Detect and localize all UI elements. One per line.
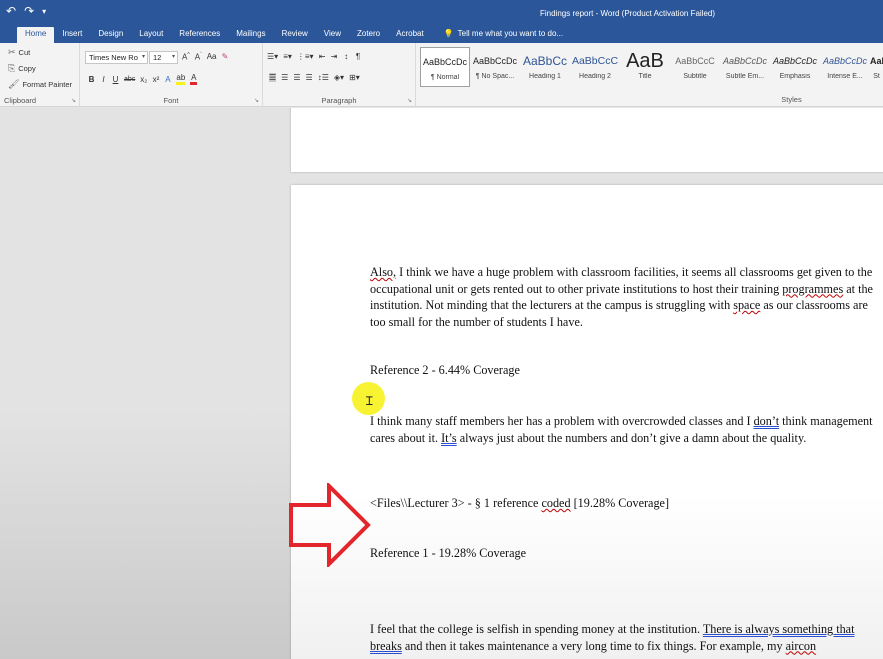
cut-button[interactable]: ✂ Cut — [8, 47, 30, 58]
font-color-icon[interactable]: A — [190, 73, 198, 85]
style-heading-2[interactable]: AaBbCcC Heading 2 — [570, 47, 620, 87]
paragraph-align-tools: ☰ ☰ ☰ ☰ ↕☰ ◈▾ ⊞▾ — [269, 73, 360, 82]
shading-icon[interactable]: ◈▾ — [334, 73, 344, 82]
paragraph-label: Paragraph — [321, 96, 357, 105]
style-emphasis[interactable]: AaBbCcDc Emphasis — [770, 47, 820, 87]
lightbulb-icon: 💡 — [443, 29, 454, 38]
scissors-icon: ✂ — [8, 47, 16, 57]
strikethrough-button[interactable]: abc — [124, 76, 135, 83]
change-case-button[interactable]: Aa — [207, 52, 217, 61]
font-format-tools: B I U abc x₂ x² A ab A — [88, 73, 198, 85]
tab-home[interactable]: Home — [17, 27, 55, 43]
align-right-icon[interactable]: ☰ — [293, 73, 300, 82]
align-left-icon[interactable]: ☰ — [269, 73, 277, 82]
chevron-down-icon: ▾ — [141, 54, 145, 60]
tab-design[interactable]: Design — [90, 27, 131, 43]
style-title[interactable]: AaB Title — [620, 47, 670, 87]
ribbon-tabs: Home Insert Design Layout References Mai… — [0, 25, 883, 43]
pilcrow-icon[interactable]: ¶ — [355, 52, 362, 61]
chevron-down-icon: ▾ — [171, 54, 175, 60]
clear-formatting-icon[interactable]: ✎ — [222, 52, 229, 61]
customize-qat-icon[interactable]: ▾ — [42, 7, 46, 16]
window-title: Findings report - Word (Product Activati… — [540, 9, 716, 18]
style-normal[interactable]: AaBbCcDc ¶ Normal — [420, 47, 470, 87]
shrink-font-button[interactable]: Aˇ — [195, 52, 202, 62]
paragraph-launcher-icon[interactable]: ↘ — [407, 97, 412, 104]
format-painter-button[interactable]: 🖌 Format Painter — [8, 79, 72, 90]
reference-2-heading[interactable]: Reference 2 - 6.44% Coverage — [370, 362, 520, 379]
tab-insert[interactable]: Insert — [54, 27, 90, 43]
title-bar: ↶ ↷ ▾ Findings report - Word (Product Ac… — [0, 0, 883, 27]
line-spacing-icon[interactable]: ↕☰ — [318, 73, 329, 82]
style-heading-1[interactable]: AaBbCc Heading 1 — [520, 47, 570, 87]
paragraph-group: ☰▾ ≡▾ ⋮≡▾ ⇤ ⇥ ↕ ¶ ☰ ☰ ☰ ☰ ↕☰ ◈▾ ⊞▾ Parag… — [263, 43, 416, 107]
align-center-icon[interactable]: ☰ — [281, 73, 288, 82]
italic-button[interactable]: I — [100, 75, 107, 84]
font-launcher-icon[interactable]: ↘ — [254, 97, 259, 104]
style-intense-emphasis[interactable]: AaBbCcDc Intense E... — [820, 47, 870, 87]
document-workspace[interactable] — [0, 108, 883, 659]
grow-font-button[interactable]: A^ — [182, 52, 190, 62]
copy-icon: ⎘ — [8, 63, 16, 73]
font-group: Times New Ro ▾ 12 ▾ A^ Aˇ Aa ✎ B I U abc x… — [80, 43, 263, 107]
undo-icon[interactable]: ↶ — [6, 4, 16, 18]
tell-me-box[interactable]: 💡 Tell me what you want to do... — [432, 27, 563, 43]
paragraph-overcrowded-classes[interactable]: I think many staff members her has a pro… — [370, 413, 875, 446]
quick-access-toolbar: ↶ ↷ ▾ — [6, 4, 46, 18]
increase-indent-icon[interactable]: ⇥ — [331, 52, 338, 61]
tab-view[interactable]: View — [316, 27, 349, 43]
style-subtle-emphasis[interactable]: AaBbCcDc Subtle Em... — [720, 47, 770, 87]
tab-zotero[interactable]: Zotero — [349, 27, 388, 43]
tab-layout[interactable]: Layout — [131, 27, 171, 43]
style-subtitle[interactable]: AaBbCcC Subtitle — [670, 47, 720, 87]
tab-review[interactable]: Review — [274, 27, 316, 43]
decrease-indent-icon[interactable]: ⇤ — [319, 52, 326, 61]
tab-acrobat[interactable]: Acrobat — [388, 27, 432, 43]
redo-icon[interactable]: ↷ — [24, 4, 34, 18]
style-no-spacing[interactable]: AaBbCcDc ¶ No Spac... — [470, 47, 520, 87]
font-name-box[interactable]: Times New Ro ▾ — [85, 51, 148, 64]
ribbon: ✂ Cut ⎘ Copy 🖌 Format Painter Clipboard ↘ T… — [0, 43, 883, 107]
bold-button[interactable]: B — [88, 75, 95, 84]
previous-page — [291, 108, 883, 172]
font-size-box[interactable]: 12 ▾ — [149, 51, 178, 64]
tab-mailings[interactable]: Mailings — [228, 27, 273, 43]
sort-icon[interactable]: ↕ — [343, 52, 350, 61]
tell-me-text: Tell me what you want to do... — [457, 29, 564, 38]
subscript-button[interactable]: x₂ — [140, 75, 147, 84]
multilevel-list-icon[interactable]: ⋮≡▾ — [297, 52, 314, 61]
clipboard-label: Clipboard — [4, 96, 37, 105]
font-size-tools: A^ Aˇ Aa ✎ — [182, 52, 229, 62]
paragraph-college-spending[interactable]: I feel that the college is selfish in sp… — [370, 621, 882, 654]
styles-label: Styles — [781, 95, 802, 104]
clipboard-group: ✂ Cut ⎘ Copy 🖌 Format Painter Clipboard ↘ — [0, 43, 80, 107]
paragraph-list-tools: ☰▾ ≡▾ ⋮≡▾ ⇤ ⇥ ↕ ¶ — [267, 52, 362, 61]
copy-button[interactable]: ⎘ Copy — [8, 63, 36, 74]
styles-gallery: AaBbCcDc ¶ Normal AaBbCcDc ¶ No Spac... … — [420, 47, 883, 87]
underline-button[interactable]: U — [112, 75, 119, 84]
superscript-button[interactable]: x² — [152, 75, 160, 84]
paragraph-classroom-facilities[interactable]: Also, I think we have a huge problem wit… — [370, 264, 882, 330]
justify-icon[interactable]: ☰ — [306, 73, 313, 82]
reference-1-heading[interactable]: Reference 1 - 19.28% Coverage — [370, 545, 526, 562]
text-cursor-icon: Ɪ — [366, 394, 373, 408]
brush-icon: 🖌 — [8, 79, 20, 89]
highlight-icon[interactable]: ab — [176, 73, 186, 85]
red-arrow-icon — [289, 483, 371, 567]
clipboard-launcher-icon[interactable]: ↘ — [71, 97, 76, 104]
borders-icon[interactable]: ⊞▾ — [349, 73, 360, 82]
bullets-icon[interactable]: ☰▾ — [267, 52, 278, 61]
numbering-icon[interactable]: ≡▾ — [283, 52, 292, 61]
files-lecturer-3-line[interactable]: <Files\\Lecturer 3> - § 1 reference code… — [370, 495, 669, 512]
style-strong[interactable]: AaB St — [870, 47, 883, 87]
font-label: Font — [163, 96, 179, 105]
text-effects-icon[interactable]: A — [164, 75, 171, 84]
tab-references[interactable]: References — [171, 27, 228, 43]
